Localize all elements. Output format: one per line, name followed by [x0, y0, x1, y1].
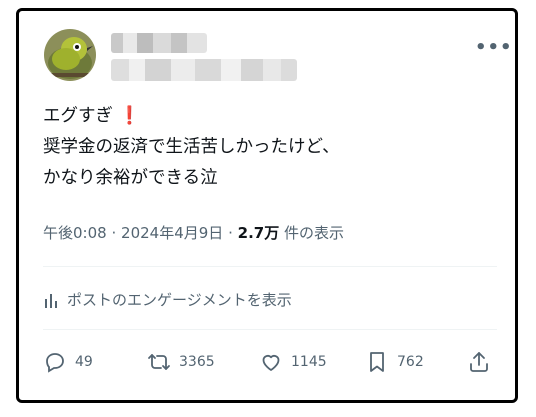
- bookmark-icon: [370, 352, 384, 372]
- author-name-redacted[interactable]: [111, 33, 207, 53]
- repost-icon: [148, 354, 170, 370]
- post-time[interactable]: 午後0:08: [43, 224, 107, 242]
- heart-icon: [262, 354, 280, 371]
- reply-button[interactable]: 49: [43, 350, 93, 374]
- repost-count: 3365: [179, 354, 215, 370]
- share-button[interactable]: [467, 350, 491, 374]
- avatar[interactable]: [44, 29, 96, 81]
- repost-button[interactable]: 3365: [147, 350, 215, 374]
- like-button[interactable]: 1145: [259, 350, 327, 374]
- author-handle-redacted[interactable]: [111, 59, 297, 81]
- bookmark-count: 762: [397, 354, 424, 370]
- divider: [43, 266, 497, 267]
- divider: [43, 329, 497, 330]
- post-card: ••• エグすぎ ❗ 奨学金の返済で生活苦しかったけど、 かなり余裕ができる泣 …: [16, 8, 518, 403]
- action-bar: 49 3365 1145 762: [43, 350, 493, 378]
- views-label: 件の表示: [284, 224, 345, 242]
- reply-icon: [46, 353, 64, 373]
- views-count: 2.7万: [237, 224, 280, 242]
- more-icon[interactable]: •••: [475, 37, 513, 58]
- post-text-line-1: エグすぎ ❗: [43, 106, 141, 126]
- bookmark-button[interactable]: 762: [365, 350, 424, 374]
- analytics-icon: [45, 293, 57, 308]
- post-text-line-2: 奨学金の返済で生活苦しかったけど、: [43, 137, 340, 157]
- reply-count: 49: [75, 354, 93, 370]
- view-engagement-link[interactable]: ポストのエンゲージメントを表示: [43, 289, 292, 310]
- share-icon: [470, 352, 488, 372]
- post-meta: 午後0:08 · 2024年4月9日 · 2.7万 件の表示: [43, 224, 345, 242]
- post-text: エグすぎ ❗ 奨学金の返済で生活苦しかったけど、 かなり余裕ができる泣: [43, 101, 503, 194]
- exclamation-emoji: ❗: [118, 106, 141, 126]
- like-count: 1145: [291, 354, 327, 370]
- post-date[interactable]: 2024年4月9日: [121, 224, 223, 242]
- post-text-line-3: かなり余裕ができる泣: [43, 168, 218, 188]
